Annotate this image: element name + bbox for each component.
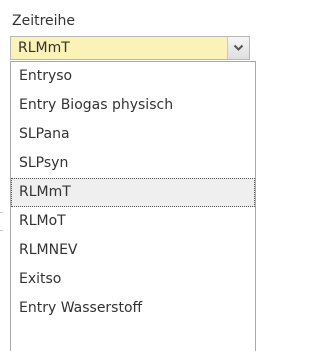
option-rlmot[interactable]: RLMoT	[11, 207, 255, 236]
option-rlmmt[interactable]: RLMmT	[11, 178, 255, 207]
option-entry-biogas-physisch[interactable]: Entry Biogas physisch	[11, 91, 255, 120]
selected-value: RLMmT	[18, 40, 70, 56]
option-exitso[interactable]: Exitso	[11, 265, 255, 294]
zeitreihe-label: Zeitreihe	[12, 13, 76, 29]
option-rlmnev[interactable]: RLMNEV	[11, 236, 255, 265]
left-edge-tick	[0, 212, 3, 213]
option-entryso[interactable]: Entryso	[11, 62, 255, 91]
option-entry-wasserstoff[interactable]: Entry Wasserstoff	[11, 294, 255, 323]
zeitreihe-select[interactable]: RLMmT	[10, 36, 250, 60]
left-edge-tick	[0, 230, 3, 231]
option-slpana[interactable]: SLPana	[11, 120, 255, 149]
option-slpsyn[interactable]: SLPsyn	[11, 149, 255, 178]
chevron-down-icon	[233, 44, 244, 51]
dropdown-toggle-button[interactable]	[227, 37, 249, 59]
zeitreihe-options-list[interactable]: Entryso Entry Biogas physisch SLPana SLP…	[10, 61, 256, 351]
